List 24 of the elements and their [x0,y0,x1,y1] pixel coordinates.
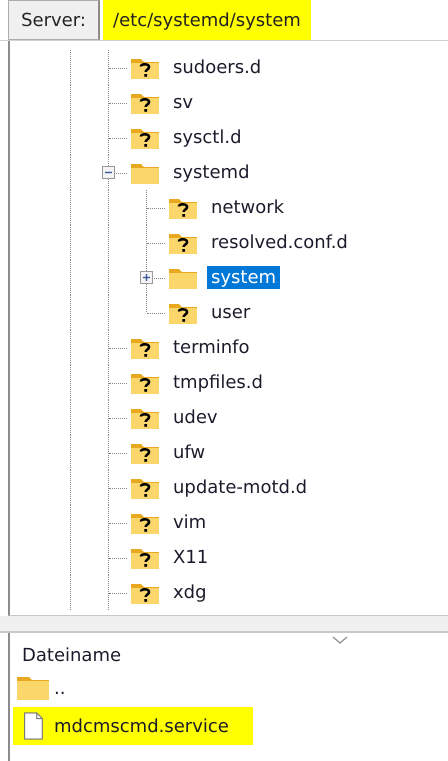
file-row[interactable]: mdcmscmd.service [13,707,253,745]
folder-name[interactable]: ufw [169,441,210,464]
sort-chevron-icon[interactable] [332,636,348,645]
server-label: Server: [8,0,100,40]
column-header[interactable]: Dateiname [10,633,448,669]
folder-icon [16,674,50,702]
folder-name[interactable]: sysctl.d [169,126,246,149]
folder-name[interactable]: sv [169,91,198,114]
file-row[interactable]: .. [13,669,90,707]
expand-icon[interactable] [140,271,153,284]
folder-name[interactable]: X11 [169,546,212,569]
folder-name[interactable]: vim [169,511,210,534]
folder-name[interactable]: sudoers.d [169,56,266,79]
folder-name[interactable]: udev [169,406,222,429]
folder-name[interactable]: resolved.conf.d [207,231,352,254]
folder-name[interactable]: update-motd.d [169,476,312,499]
collapse-icon[interactable] [102,166,115,179]
folder-name[interactable]: terminfo [169,336,254,359]
folder-name[interactable]: xdg [169,581,211,604]
folder-name[interactable]: tmpfiles.d [169,371,267,394]
folder-name[interactable]: network [207,196,288,219]
folder-name[interactable]: user [207,301,254,324]
folder-name[interactable]: system [207,266,280,289]
folder-name[interactable]: systemd [169,161,254,184]
